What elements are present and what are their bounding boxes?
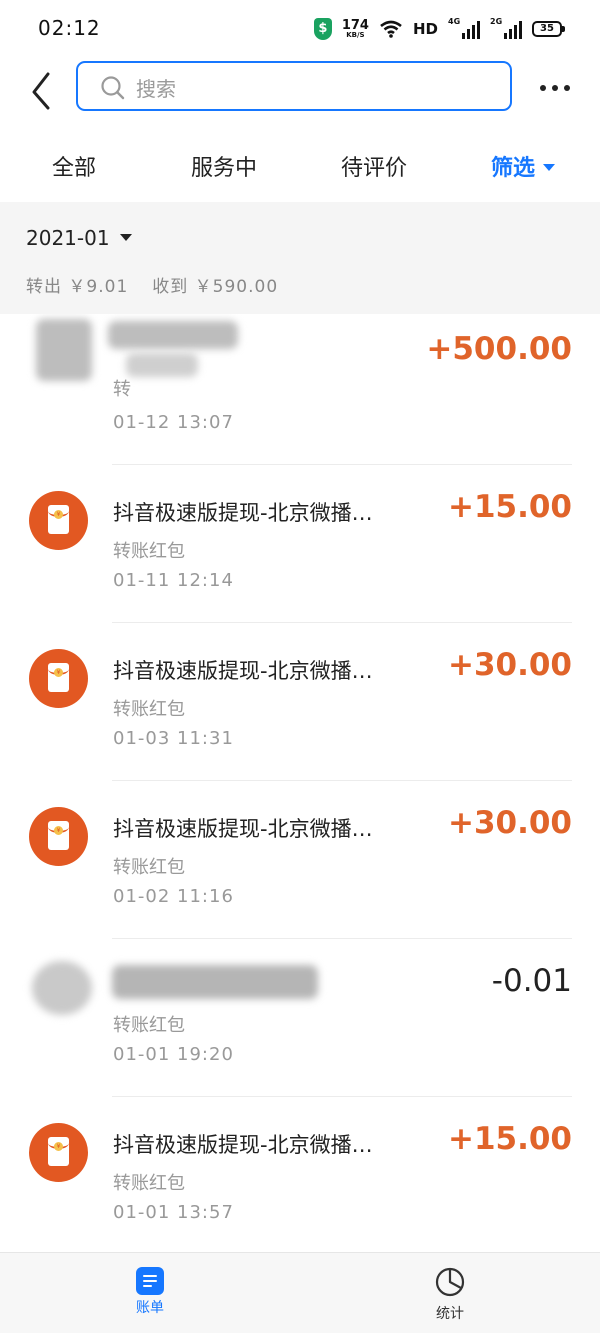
back-arrow-icon: [32, 72, 50, 110]
total-in: 收到 ￥590.00: [152, 277, 279, 297]
red-packet-icon: ¥: [29, 807, 88, 866]
transaction-time: 01-11 12:14: [113, 570, 234, 591]
tab-pending-review[interactable]: 待评价: [341, 150, 407, 182]
header: 搜索: [0, 58, 600, 118]
transaction-amount: +15.00: [447, 1121, 572, 1157]
obscured-avatar: [36, 319, 92, 381]
obscured-title-2: [126, 353, 198, 377]
month-dropdown-icon: [119, 234, 132, 241]
nav-stats[interactable]: 统计: [410, 1267, 490, 1323]
status-time: 02:12: [38, 16, 101, 40]
transaction-time: 01-01 19:20: [113, 1044, 234, 1065]
battery-icon: 35: [532, 21, 565, 37]
transaction-time: 01-12 13:07: [113, 412, 234, 433]
transaction-row[interactable]: ¥ 抖音极速版提现-北京微播… 转账红包 01-03 11:31 +30.00: [0, 623, 600, 781]
month-label: 2021-01: [26, 226, 110, 250]
obscured-avatar: [32, 961, 92, 1015]
obscured-title: [108, 321, 238, 349]
security-shield-icon: $: [313, 18, 332, 40]
month-totals: 转出 ￥9.01 收到 ￥590.00: [26, 272, 278, 297]
transaction-title: 抖音极速版提现-北京微播…: [113, 659, 373, 683]
nav-stats-label: 统计: [436, 1306, 464, 1322]
transaction-subtitle: 转账红包: [113, 541, 185, 562]
bottom-navigation: 账单 统计: [0, 1252, 600, 1333]
transaction-subtitle: 转账红包: [113, 857, 185, 878]
transaction-subtitle: 转账红包: [113, 1173, 185, 1194]
nav-bill[interactable]: 账单: [110, 1267, 190, 1317]
transaction-amount: +15.00: [447, 489, 572, 525]
transaction-amount: +30.00: [447, 647, 572, 683]
red-packet-icon: ¥: [29, 1123, 88, 1182]
month-picker[interactable]: 2021-01: [26, 226, 132, 250]
transaction-row[interactable]: 转 01-12 13:07 +500.00: [0, 314, 600, 465]
status-icons: $ 174 KB/S HD 4G 2G 35: [313, 16, 565, 42]
bill-icon: [136, 1267, 164, 1295]
back-button[interactable]: [22, 64, 62, 110]
transaction-title: 抖音极速版提现-北京微播…: [113, 501, 373, 525]
transaction-row[interactable]: ¥ 抖音极速版提现-北京微播… 转账红包 01-01 13:57 +15.00: [0, 1097, 600, 1252]
transaction-subtitle: 转: [113, 379, 131, 400]
search-icon: [101, 76, 125, 100]
total-out: 转出 ￥9.01: [26, 277, 129, 297]
transaction-time: 01-01 13:57: [113, 1202, 234, 1223]
dot-icon: [540, 85, 546, 91]
signal-2g-icon: 2G: [490, 17, 522, 39]
transaction-title: 抖音极速版提现-北京微播…: [113, 817, 373, 841]
red-packet-icon: ¥: [29, 649, 88, 708]
dot-icon: [552, 85, 558, 91]
status-bar: 02:12 $ 174 KB/S HD 4G 2G 35: [0, 0, 600, 58]
tab-in-service[interactable]: 服务中: [191, 150, 257, 182]
search-input[interactable]: 搜索: [136, 73, 176, 102]
network-speed: 174 KB/S: [342, 19, 369, 39]
hd-indicator: HD: [412, 20, 438, 38]
nav-bill-label: 账单: [136, 1300, 164, 1316]
wifi-icon: [380, 20, 402, 38]
transaction-time: 01-02 11:16: [113, 886, 234, 907]
tab-filter-label: 筛选: [491, 156, 536, 181]
filter-tabs: 全部 服务中 待评价 筛选: [0, 132, 600, 196]
month-summary-section: 2021-01 转出 ￥9.01 收到 ￥590.00: [0, 202, 600, 314]
signal-4g-icon: 4G: [448, 17, 480, 39]
network-speed-unit: KB/S: [346, 31, 365, 39]
tab-all[interactable]: 全部: [52, 150, 96, 182]
more-options-button[interactable]: [540, 78, 576, 98]
dot-icon: [564, 85, 570, 91]
red-packet-icon: ¥: [29, 491, 88, 550]
transaction-amount: +30.00: [447, 805, 572, 841]
transaction-subtitle: 转账红包: [113, 1015, 185, 1036]
transaction-title: 抖音极速版提现-北京微播…: [113, 1133, 373, 1157]
signal-4g-label: 4G: [448, 17, 461, 26]
transaction-amount: -0.01: [491, 963, 572, 999]
tab-filter[interactable]: 筛选: [491, 150, 556, 182]
pie-chart-icon: [435, 1267, 465, 1297]
obscured-title: [112, 965, 318, 999]
transaction-row[interactable]: ¥ 抖音极速版提现-北京微播… 转账红包 01-02 11:16 +30.00: [0, 781, 600, 939]
transaction-row[interactable]: ¥ 抖音极速版提现-北京微播… 转账红包 01-11 12:14 +15.00: [0, 465, 600, 623]
transaction-list: 转 01-12 13:07 +500.00 ¥ 抖音极速版提现-北京微播… 转账…: [0, 314, 600, 1252]
dropdown-triangle-icon: [543, 163, 556, 171]
transaction-amount: +500.00: [426, 331, 572, 367]
transaction-subtitle: 转账红包: [113, 699, 185, 720]
search-field[interactable]: 搜索: [76, 61, 512, 111]
transaction-time: 01-03 11:31: [113, 728, 234, 749]
transaction-row[interactable]: 转账红包 01-01 19:20 -0.01: [0, 939, 600, 1097]
signal-2g-label: 2G: [490, 17, 503, 26]
